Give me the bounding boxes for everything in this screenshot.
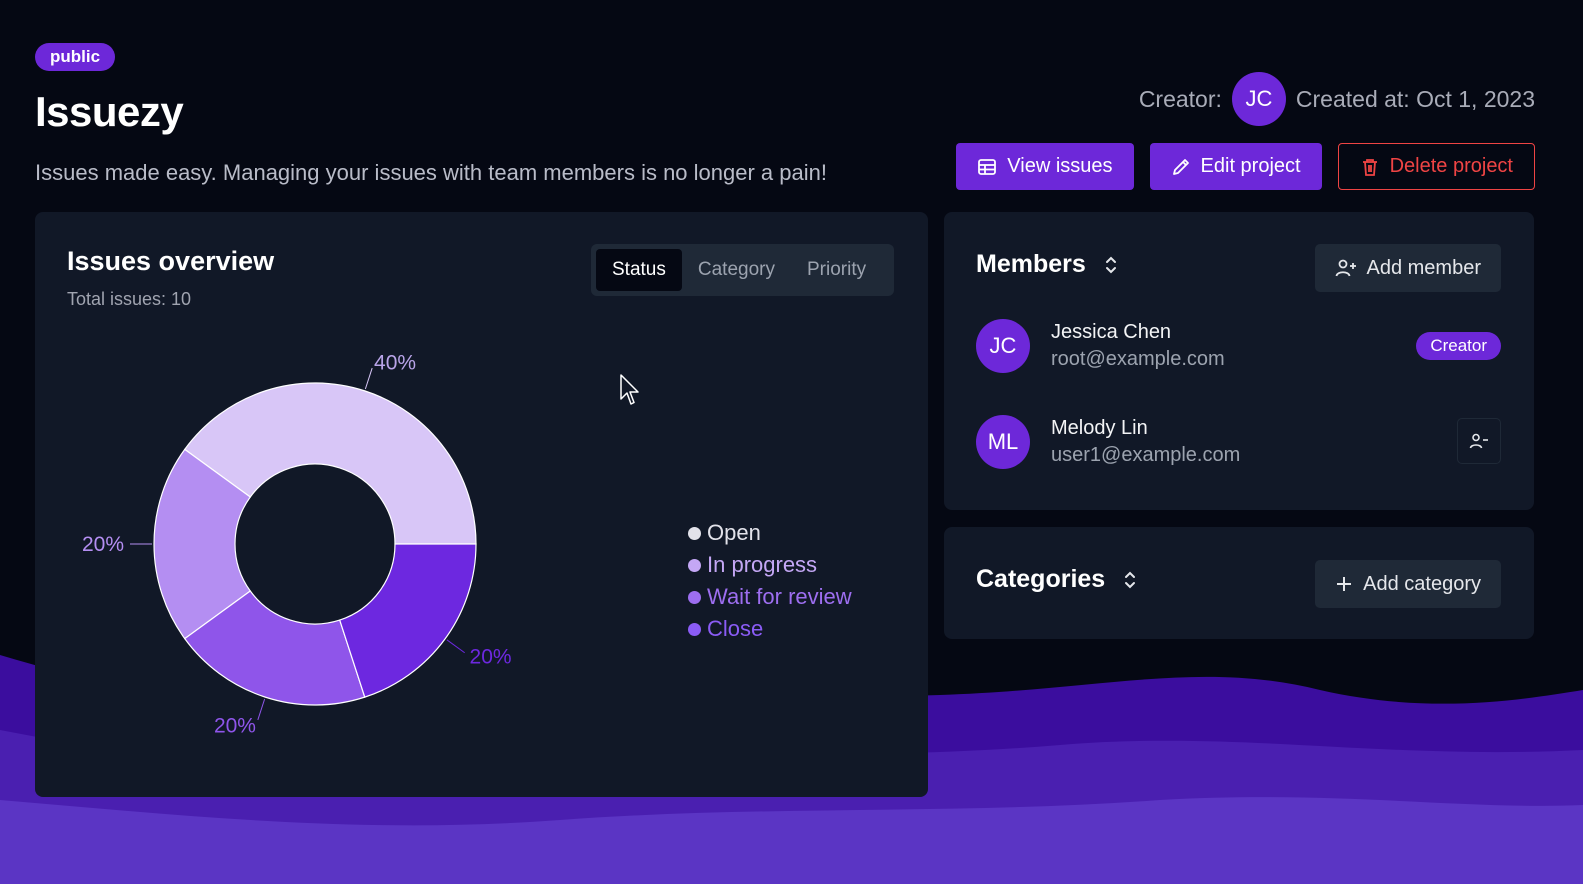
slice-percent-label: 40% bbox=[374, 351, 416, 374]
categories-card: Categories Add category bbox=[944, 527, 1534, 639]
trash-icon bbox=[1360, 157, 1380, 177]
edit-project-button[interactable]: Edit project bbox=[1149, 143, 1322, 190]
legend-dot bbox=[688, 558, 701, 572]
project-meta: Creator: JC Created at: Oct 1, 2023 bbox=[1139, 72, 1535, 126]
legend-label: Close bbox=[707, 616, 764, 641]
member-name: Melody Lin bbox=[1051, 417, 1148, 439]
member-row: JC Jessica Chen root@example.com Creator bbox=[976, 318, 1501, 374]
chart-legend: Open In progress Wait for review Close bbox=[688, 517, 852, 645]
table-icon bbox=[977, 157, 997, 177]
user-plus-icon bbox=[1335, 258, 1357, 278]
creator-avatar: JC bbox=[1231, 72, 1286, 126]
project-title: Issuezy bbox=[35, 88, 184, 135]
categories-header: Categories bbox=[976, 565, 1137, 594]
legend-dot bbox=[688, 622, 701, 636]
view-issues-button[interactable]: View issues bbox=[956, 143, 1134, 190]
slice-percent-label: 20% bbox=[470, 645, 512, 668]
visibility-badge: public bbox=[35, 43, 116, 71]
label-leader-line bbox=[364, 367, 373, 390]
chevron-up-down-icon[interactable] bbox=[1104, 254, 1118, 276]
legend-item[interactable]: In progress bbox=[688, 549, 852, 581]
avatar: ML bbox=[976, 415, 1030, 469]
add-member-button[interactable]: Add member bbox=[1314, 244, 1501, 292]
members-header: Members bbox=[976, 250, 1118, 279]
legend-item[interactable]: Close bbox=[688, 613, 852, 645]
member-email: root@example.com bbox=[1051, 348, 1225, 370]
members-card: Members Add member JC Jessica Chen root@… bbox=[944, 212, 1534, 510]
categories-title: Categories bbox=[976, 565, 1106, 593]
legend-item[interactable]: Wait for review bbox=[688, 581, 852, 613]
add-category-label: Add category bbox=[1363, 572, 1481, 595]
label-leader-line bbox=[446, 639, 465, 654]
delete-project-button[interactable]: Delete project bbox=[1337, 143, 1535, 190]
legend-label: Open bbox=[707, 520, 761, 545]
creator-label: Creator: bbox=[1138, 85, 1222, 112]
project-actions: View issues Edit project Delete project bbox=[956, 143, 1535, 190]
add-member-label: Add member bbox=[1366, 256, 1482, 279]
legend-dot bbox=[688, 526, 701, 540]
member-row: ML Melody Lin user1@example.com bbox=[976, 414, 1501, 470]
slice-percent-label: 20% bbox=[82, 533, 124, 556]
legend-label: Wait for review bbox=[707, 584, 852, 609]
delete-project-label: Delete project bbox=[1389, 155, 1513, 177]
plus-icon bbox=[1335, 575, 1353, 593]
project-description: Issues made easy. Managing your issues w… bbox=[35, 160, 827, 185]
members-title: Members bbox=[976, 250, 1086, 278]
issues-overview-card: Issues overview Total issues: 10 Status … bbox=[35, 212, 928, 797]
remove-member-button[interactable] bbox=[1457, 418, 1501, 464]
legend-item[interactable]: Open bbox=[688, 517, 852, 549]
creator-badge: Creator bbox=[1416, 332, 1501, 360]
legend-dot bbox=[688, 590, 701, 604]
view-issues-label: View issues bbox=[1007, 155, 1113, 177]
edit-project-label: Edit project bbox=[1200, 155, 1301, 177]
member-email: user1@example.com bbox=[1051, 444, 1241, 466]
created-at: Created at: Oct 1, 2023 bbox=[1295, 85, 1535, 112]
slice-percent-label: 20% bbox=[214, 715, 256, 738]
avatar: JC bbox=[976, 319, 1030, 373]
user-minus-icon bbox=[1469, 432, 1489, 450]
chevron-up-down-icon[interactable] bbox=[1123, 569, 1137, 591]
label-leader-line bbox=[257, 698, 266, 721]
donut-slice[interactable] bbox=[338, 543, 477, 698]
legend-label: In progress bbox=[707, 552, 818, 577]
member-name: Jessica Chen bbox=[1051, 321, 1172, 343]
mouse-cursor-icon bbox=[620, 374, 639, 405]
add-category-button[interactable]: Add category bbox=[1315, 560, 1501, 608]
pencil-icon bbox=[1171, 157, 1191, 177]
issues-donut-chart: 40% 20% 20% 20% bbox=[82, 351, 512, 738]
